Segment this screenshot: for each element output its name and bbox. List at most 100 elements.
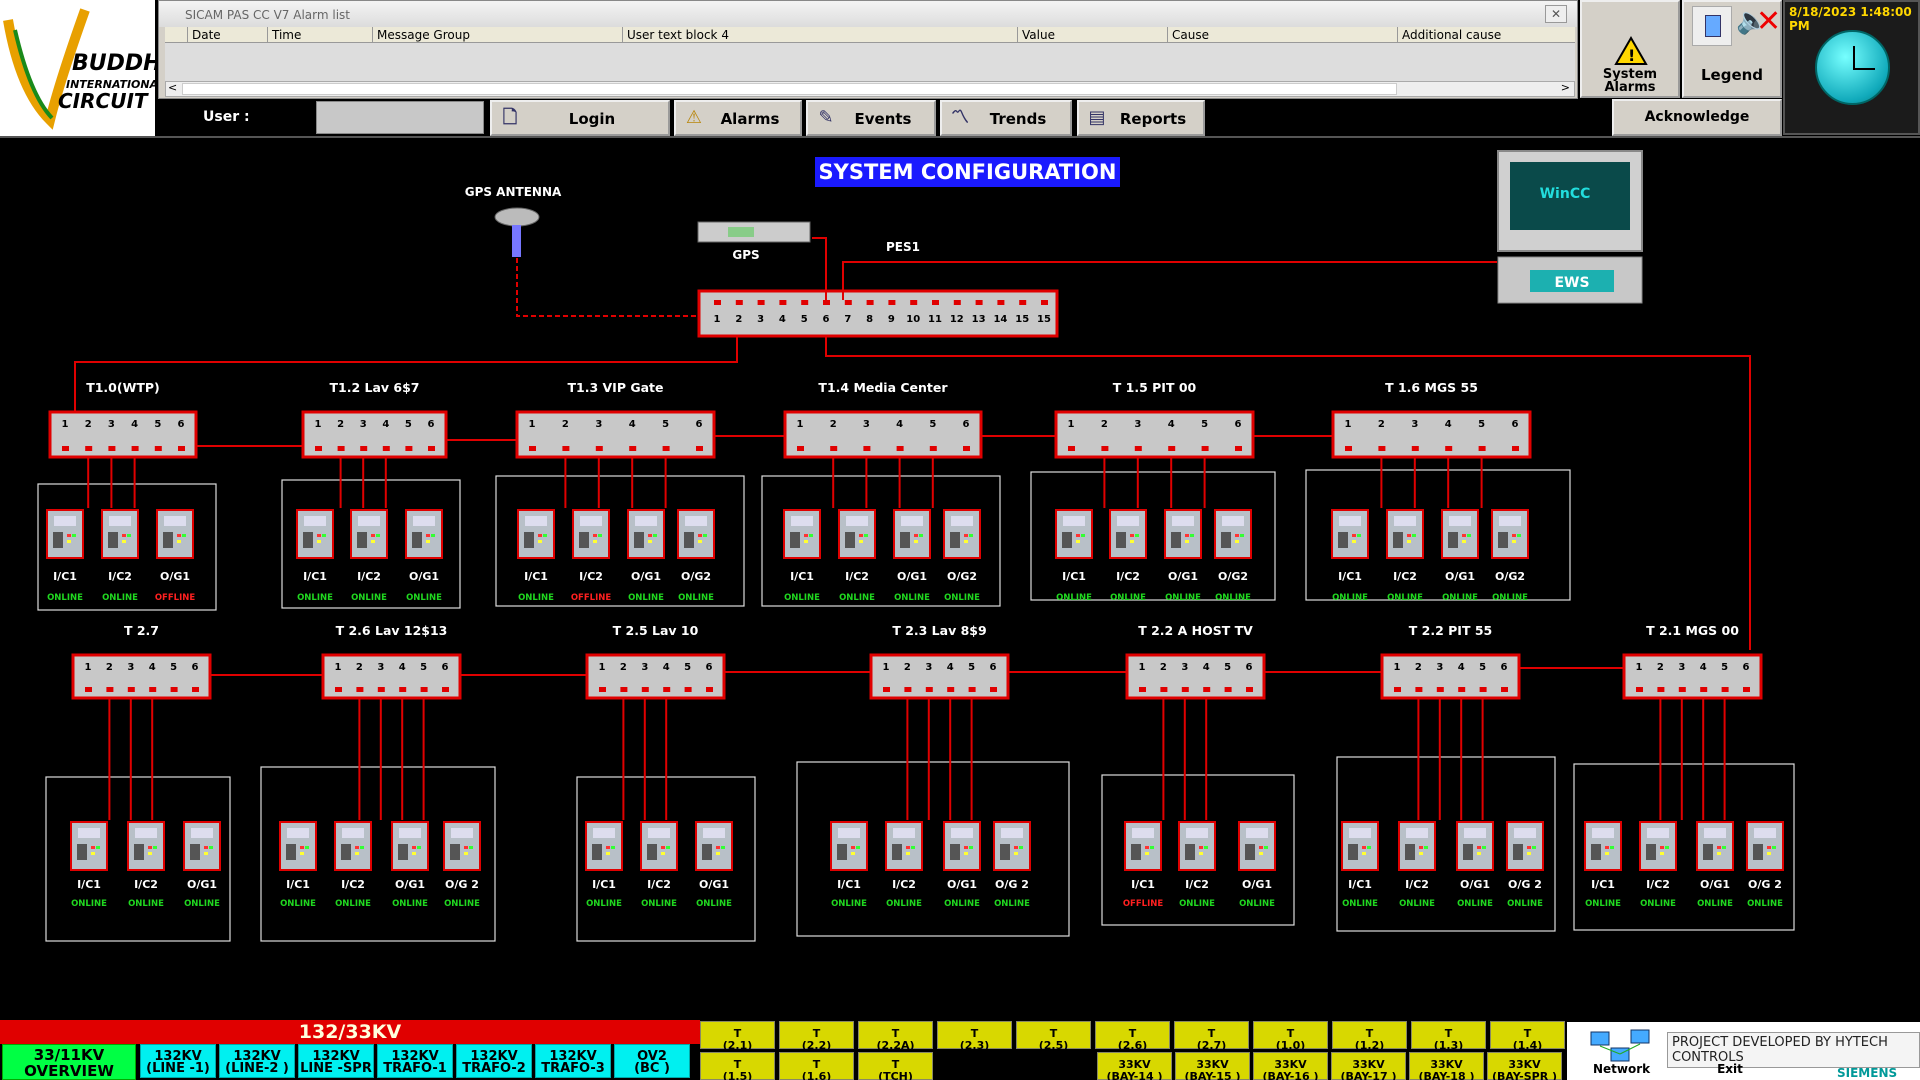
overview-button[interactable]: 33/11KV OVERVIEW [2,1044,136,1080]
voltage-bar[interactable]: 132/33KV [0,1020,700,1044]
transformer-button[interactable]: T (1.2) [1332,1021,1407,1052]
button-line2: (BAY-18 ) [1418,1070,1475,1080]
switch-switches_bottom[interactable] [585,653,726,700]
port-indicator [108,446,116,451]
port-label: 5 [1201,419,1208,430]
switch-switches_bottom[interactable] [321,653,462,700]
relay-led [412,852,416,855]
port-label: 3 [1181,662,1188,673]
bay-button[interactable]: 33KV (BAY-15 ) [1175,1052,1250,1080]
feeder-button[interactable]: 132KV LINE -SPR [298,1044,374,1078]
port-indicator [405,446,413,451]
port-indicator [1068,446,1075,451]
relay-led [1240,534,1244,537]
transformer-button[interactable]: T (2.6) [1095,1021,1170,1052]
switch-switches_bottom[interactable] [1380,653,1521,700]
relay-keypad [412,532,422,548]
switch-switches_top[interactable] [783,410,983,459]
switch-switches_top[interactable] [515,410,716,459]
feeder-button[interactable]: 132KV (LINE -1) [140,1044,216,1078]
transformer-button[interactable]: T (2.2) [779,1021,854,1052]
port-indicator [377,687,385,692]
relay-led [91,852,95,855]
relay-led [1462,534,1466,537]
bay-button[interactable]: 33KV (BAY-SPR ) [1487,1052,1562,1080]
port-label: 3 [925,662,932,673]
device-label: I/C1 [524,570,548,583]
network-icon[interactable] [1587,1026,1657,1066]
relay-screen [1499,516,1521,526]
port-label: 1 [1636,662,1643,673]
relay-screen [1186,828,1208,838]
bay-button[interactable]: 33KV (BAY-18 ) [1409,1052,1484,1080]
switch-switches_bottom[interactable] [1125,653,1266,700]
relay-led [593,540,597,543]
bay-button[interactable]: T (1.5) [700,1052,775,1080]
feeder-button[interactable]: OV2 (BC ) [614,1044,690,1078]
switch-name-label: T1.2 Lav 6$7 [329,380,419,395]
transformer-button[interactable]: T (2.2A) [858,1021,933,1052]
relay-led [721,846,725,849]
relay-led [964,852,968,855]
switch-switches_bottom[interactable] [869,653,1010,700]
bay-button[interactable]: 33KV (BAY-16 ) [1253,1052,1328,1080]
relay-led [1767,846,1771,849]
bay-button[interactable]: T (TCH) [858,1052,933,1080]
port-label: 3 [108,419,115,430]
port-label: 1 [529,419,536,430]
relay-led [1527,846,1531,849]
bay-button[interactable]: 33KV (BAY-14 ) [1097,1052,1172,1080]
transformer-button[interactable]: T (2.5) [1016,1021,1091,1052]
relay-led [122,540,126,543]
feeder-button[interactable]: 132KV TRAFO-2 [456,1044,532,1078]
relay-led [964,540,968,543]
device-label: I/C2 [1646,878,1670,891]
relay-led [204,846,208,849]
relay-screen [893,828,915,838]
port-label: 2 [1101,419,1108,430]
transformer-button[interactable]: T (2.3) [937,1021,1012,1052]
device-label: I/C1 [790,570,814,583]
transformer-button[interactable]: T (1.3) [1411,1021,1486,1052]
network-button[interactable]: Network [1593,1062,1650,1076]
relay-keypad [190,844,200,860]
port-label: 1 [85,662,92,673]
bay-button[interactable]: T (1.6) [779,1052,854,1080]
transformer-button[interactable]: T (1.4) [1490,1021,1565,1052]
relay-keypad [1221,532,1231,548]
relay-led [317,534,321,537]
transformer-button[interactable]: T (2.7) [1174,1021,1249,1052]
relay-led [1610,846,1614,849]
bay-button[interactable]: 33KV (BAY-17 ) [1331,1052,1406,1080]
relay-led [1352,540,1356,543]
switch-switches_top[interactable] [1054,410,1255,459]
feeder-button[interactable]: 132KV TRAFO-3 [535,1044,611,1078]
switch-switches_bottom[interactable] [1622,653,1763,700]
relay-keypad [53,532,63,548]
switch-switches_top[interactable] [48,410,198,459]
port-label: 1 [1345,419,1352,430]
relay-screen [1647,828,1669,838]
switch-switches_bottom[interactable] [71,653,212,700]
switch-switches_top[interactable] [1331,410,1532,459]
relay-keypad [579,532,589,548]
switch-switches_top[interactable] [301,410,448,459]
feeder-button[interactable]: 132KV (LINE-2 ) [219,1044,295,1078]
transformer-button[interactable]: T (2.1) [700,1021,775,1052]
port-indicator [131,446,139,451]
port-label: 3 [127,662,134,673]
port-label: 4 [947,662,954,673]
switch-name-label: T 1.5 PIT 00 [1113,380,1197,395]
relay-led [1424,846,1428,849]
transformer-button[interactable]: T (1.0) [1253,1021,1328,1052]
feeder-button[interactable]: 132KV TRAFO-1 [377,1044,453,1078]
port-label: 1 [315,419,322,430]
relay-led [1019,846,1023,849]
relay-led [317,540,321,543]
button-line2: (BC ) [634,1061,670,1076]
button-line2: (1.0) [1275,1039,1306,1052]
exit-button[interactable]: Exit [1695,1062,1765,1076]
relay-screen [685,516,707,526]
button-line2: (2.6) [1117,1039,1148,1052]
device-status: ONLINE [1585,899,1621,909]
